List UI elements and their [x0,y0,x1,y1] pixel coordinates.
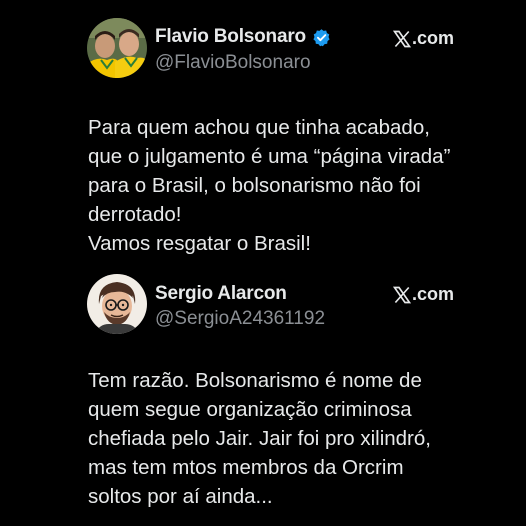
verified-badge-icon [312,28,331,47]
avatar[interactable] [87,18,147,78]
avatar[interactable] [87,274,147,334]
source-link[interactable]: .com [392,284,454,305]
author-name-row: Flavio Bolsonaro [155,26,331,48]
x-logo-icon [392,30,412,48]
author-name-row: Sergio Alarcon [155,283,287,305]
avatar-cartoon-icon [87,274,147,334]
source-label: .com [411,284,454,304]
tweet-text: Para quem achou que tinha acabado, que o… [88,116,451,255]
author-handle[interactable]: @FlavioBolsonaro [155,52,311,74]
avatar-photo-icon [87,18,147,78]
tweet-text: Tem razão. Bolsonarismo é nome de quem s… [88,369,431,508]
author-handle[interactable]: @SergioA24361192 [155,308,325,330]
source-label: .com [411,28,454,48]
display-name[interactable]: Flavio Bolsonaro [155,26,306,48]
x-logo-icon [392,286,412,304]
display-name[interactable]: Sergio Alarcon [155,283,287,305]
source-link[interactable]: .com [392,28,454,49]
